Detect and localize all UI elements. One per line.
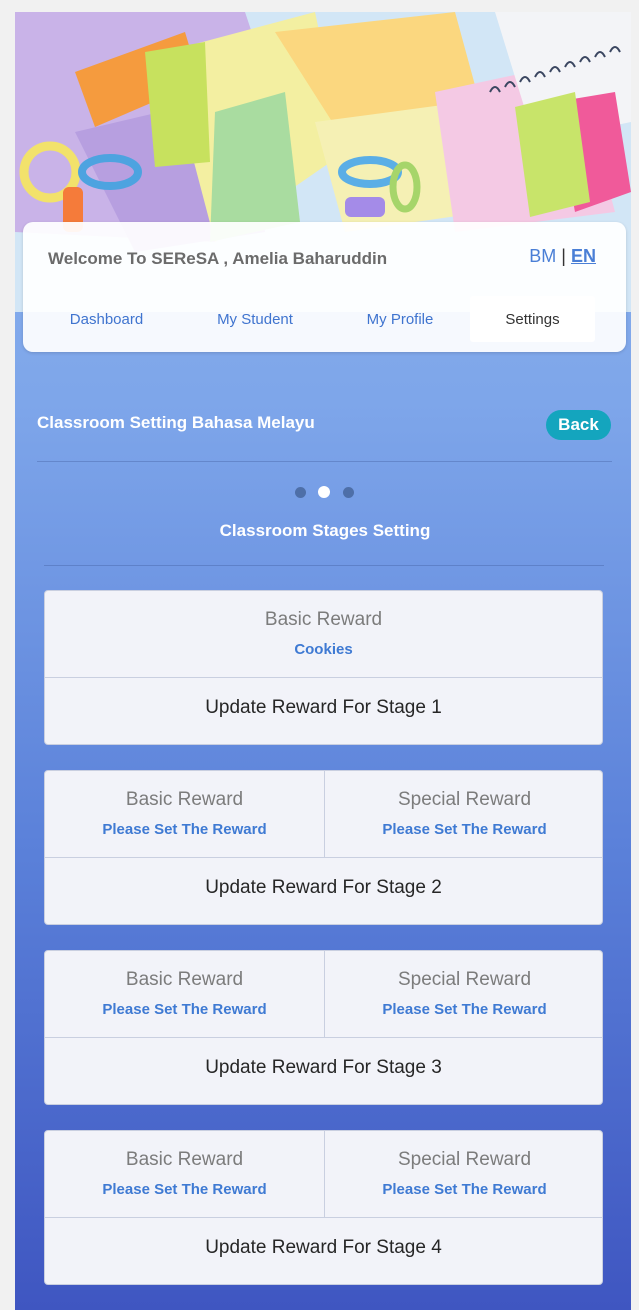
nav-my-student[interactable]: My Student (180, 296, 330, 342)
stage-card-2: Basic Reward Please Set The Reward Speci… (44, 770, 603, 925)
special-reward-value: Please Set The Reward (382, 821, 547, 838)
special-reward-label: Special Reward (397, 1149, 532, 1170)
reward-row: Basic Reward Please Set The Reward Speci… (45, 1131, 602, 1218)
reward-row: Basic Reward Cookies (45, 591, 602, 678)
update-reward-stage-4-button[interactable]: Update Reward For Stage 4 (45, 1218, 602, 1284)
basic-reward-value: Cookies (294, 641, 353, 658)
basic-reward-value: Please Set The Reward (102, 821, 267, 838)
update-reward-stage-3-button[interactable]: Update Reward For Stage 3 (45, 1038, 602, 1104)
basic-reward-cell: Basic Reward Please Set The Reward (45, 951, 325, 1037)
basic-reward-cell: Basic Reward Please Set The Reward (45, 1131, 325, 1217)
page-title: Classroom Setting Bahasa Melayu (37, 413, 315, 432)
language-en-link[interactable]: EN (571, 246, 596, 266)
basic-reward-value: Please Set The Reward (102, 1001, 267, 1018)
update-reward-stage-1-button[interactable]: Update Reward For Stage 1 (45, 678, 602, 744)
special-reward-value: Please Set The Reward (382, 1001, 547, 1018)
carousel-indicator (295, 486, 365, 499)
special-reward-label: Special Reward (397, 969, 532, 990)
basic-reward-value: Please Set The Reward (102, 1181, 267, 1198)
main-nav: Dashboard My Student My Profile Settings (33, 296, 595, 344)
language-switcher: BM | EN (529, 246, 596, 267)
special-reward-cell: Special Reward Please Set The Reward (325, 771, 604, 857)
basic-reward-cell: Basic Reward Please Set The Reward (45, 771, 325, 857)
reward-row: Basic Reward Please Set The Reward Speci… (45, 771, 602, 858)
divider (37, 461, 612, 462)
basic-reward-label: Basic Reward (125, 969, 244, 990)
back-button[interactable]: Back (546, 410, 611, 440)
carousel-dot[interactable] (295, 487, 306, 498)
divider (44, 565, 604, 566)
stage-card-3: Basic Reward Please Set The Reward Speci… (44, 950, 603, 1105)
nav-dashboard[interactable]: Dashboard (33, 296, 180, 342)
language-separator: | (561, 246, 566, 266)
special-reward-cell: Special Reward Please Set The Reward (325, 951, 604, 1037)
language-bm-link[interactable]: BM (529, 246, 556, 266)
nav-settings[interactable]: Settings (470, 296, 595, 342)
app-frame: Welcome To SEReSA , Amelia Baharuddin BM… (15, 12, 631, 1310)
basic-reward-cell: Basic Reward Cookies (45, 591, 602, 677)
special-reward-cell: Special Reward Please Set The Reward (325, 1131, 604, 1217)
welcome-message: Welcome To SEReSA , Amelia Baharuddin (48, 249, 388, 268)
reward-row: Basic Reward Please Set The Reward Speci… (45, 951, 602, 1038)
stage-card-4: Basic Reward Please Set The Reward Speci… (44, 1130, 603, 1285)
carousel-dot[interactable] (343, 487, 354, 498)
basic-reward-label: Basic Reward (264, 609, 383, 630)
section-heading: Classroom Stages Setting (219, 521, 431, 540)
stage-card-1: Basic Reward Cookies Update Reward For S… (44, 590, 603, 745)
nav-my-profile[interactable]: My Profile (330, 296, 470, 342)
update-reward-stage-2-button[interactable]: Update Reward For Stage 2 (45, 858, 602, 924)
special-reward-label: Special Reward (397, 789, 532, 810)
basic-reward-label: Basic Reward (125, 789, 244, 810)
welcome-card: Welcome To SEReSA , Amelia Baharuddin BM… (23, 222, 626, 352)
carousel-dot-active[interactable] (318, 486, 330, 498)
special-reward-value: Please Set The Reward (382, 1181, 547, 1198)
basic-reward-label: Basic Reward (125, 1149, 244, 1170)
